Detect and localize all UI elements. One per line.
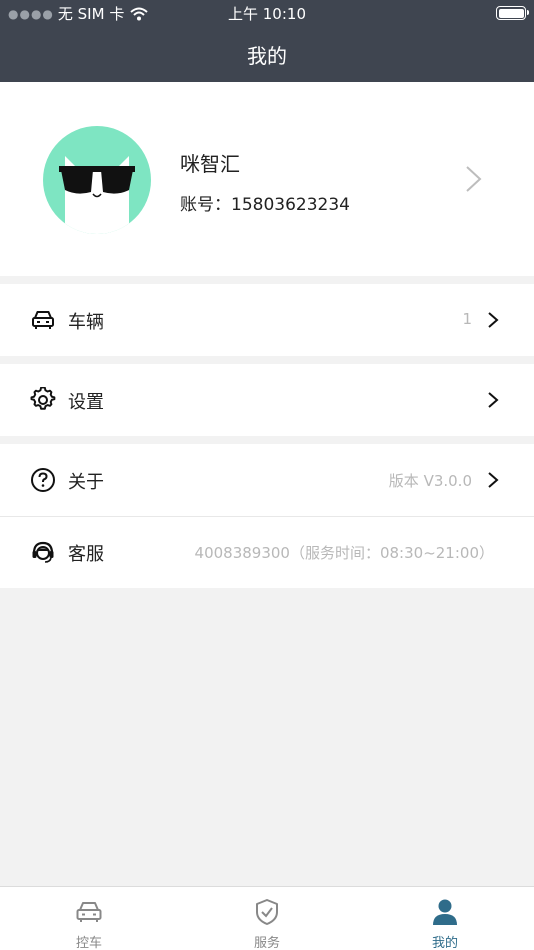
status-time: 上午 10:10 bbox=[228, 5, 306, 23]
profile-name: 咪智汇 bbox=[180, 152, 240, 176]
tab-control-car[interactable]: 控车 bbox=[0, 887, 178, 950]
car-icon bbox=[76, 902, 102, 922]
page-title: 我的 bbox=[247, 44, 287, 68]
service-phone[interactable]: 4008389300（服务时间：08:30~21:00） bbox=[195, 542, 494, 563]
avatar bbox=[43, 126, 151, 234]
customer-service-icon bbox=[32, 541, 54, 563]
car-icon bbox=[32, 311, 54, 329]
tab-label: 我的 bbox=[431, 936, 458, 950]
battery-icon bbox=[496, 6, 529, 20]
menu-item-settings[interactable]: 设置 bbox=[0, 364, 534, 436]
divider bbox=[0, 516, 534, 517]
menu-item-service[interactable]: 客服 4008389300（服务时间：08:30~21:00） bbox=[0, 516, 534, 588]
tab-bar: 控车 服务 我的 bbox=[0, 886, 534, 950]
profile-account: 账号：15803623234 bbox=[180, 195, 350, 215]
chevron-right-icon bbox=[488, 392, 499, 408]
tab-service[interactable]: 服务 bbox=[178, 887, 356, 950]
cat-sunglasses-icon bbox=[59, 156, 135, 234]
menu-item-about[interactable]: 关于 版本 V3.0.0 bbox=[0, 444, 534, 516]
chevron-right-icon bbox=[488, 312, 499, 328]
tab-label: 服务 bbox=[253, 936, 280, 950]
menu-label-about: 关于 bbox=[68, 472, 104, 493]
tab-mine[interactable]: 我的 bbox=[356, 887, 534, 950]
menu-label-vehicle: 车辆 bbox=[68, 312, 104, 333]
top-header: ●●●● 无 SIM 卡 上午 10:10 我的 bbox=[0, 0, 534, 82]
gear-icon bbox=[30, 387, 56, 410]
chevron-right-icon bbox=[466, 166, 482, 192]
question-circle-icon bbox=[31, 468, 55, 492]
app-version: 版本 V3.0.0 bbox=[388, 472, 472, 490]
shield-check-icon bbox=[256, 899, 278, 925]
vehicle-count: 1 bbox=[462, 310, 472, 328]
menu-label-settings: 设置 bbox=[68, 392, 104, 413]
menu-label-service: 客服 bbox=[68, 544, 104, 565]
tab-label: 控车 bbox=[75, 936, 102, 950]
menu-item-vehicle[interactable]: 车辆 1 bbox=[0, 284, 534, 356]
user-icon bbox=[433, 899, 457, 925]
chevron-right-icon bbox=[488, 472, 499, 488]
status-bar: ●●●● 无 SIM 卡 上午 10:10 bbox=[0, 0, 534, 26]
profile-card[interactable]: 咪智汇 账号：15803623234 bbox=[0, 82, 534, 276]
